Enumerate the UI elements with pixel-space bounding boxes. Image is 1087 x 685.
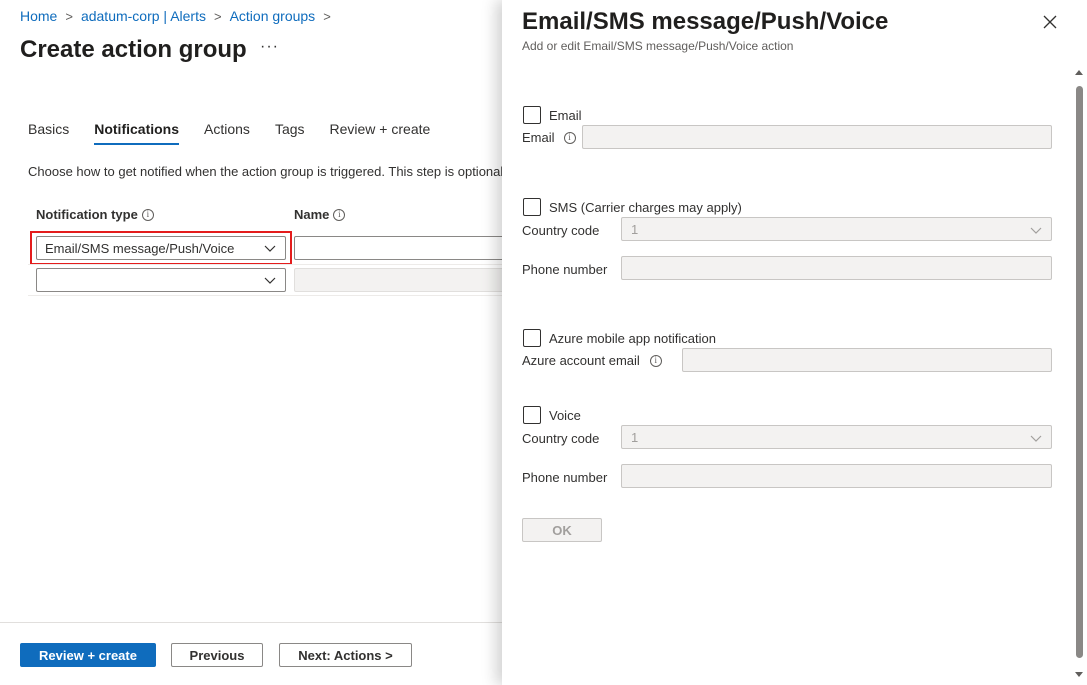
voice-phone-number-label: Phone number xyxy=(522,470,608,485)
chevron-down-icon xyxy=(264,245,276,252)
footer-divider xyxy=(0,622,502,623)
tab-tags[interactable]: Tags xyxy=(275,121,305,145)
column-header-label: Name xyxy=(294,207,330,222)
tab-actions[interactable]: Actions xyxy=(204,121,250,145)
info-icon[interactable]: i xyxy=(649,354,662,367)
azure-app-checkbox-label: Azure mobile app notification xyxy=(549,331,716,346)
breadcrumb: Home > adatum-corp | Alerts > Action gro… xyxy=(20,8,339,24)
info-icon[interactable]: i xyxy=(141,208,154,221)
chevron-down-icon xyxy=(1030,227,1042,234)
azure-account-email-label-group: Azure account email i xyxy=(522,353,662,368)
column-header-notification-type: Notification type i xyxy=(36,207,154,222)
row-divider xyxy=(28,295,502,296)
sms-country-code-label: Country code xyxy=(522,223,600,238)
tab-list: Basics Notifications Actions Tags Review… xyxy=(28,121,455,145)
page-title: Create action group xyxy=(20,36,247,63)
breadcrumb-action-groups[interactable]: Action groups xyxy=(230,8,316,24)
scroll-up-arrow-icon[interactable] xyxy=(1075,70,1083,75)
voice-country-code-value: 1 xyxy=(631,429,639,445)
voice-phone-number-field xyxy=(621,464,1052,488)
azure-account-email-label: Azure account email xyxy=(522,353,640,368)
voice-checkbox[interactable] xyxy=(523,406,541,424)
notifications-description: Choose how to get notified when the acti… xyxy=(28,164,502,179)
info-icon[interactable]: i xyxy=(563,131,576,144)
sms-checkbox[interactable] xyxy=(523,198,541,216)
column-header-name: Name i xyxy=(294,207,346,222)
notification-type-dropdown-empty[interactable] xyxy=(36,268,286,292)
azure-account-email-field xyxy=(682,348,1052,372)
notification-type-dropdown[interactable]: Email/SMS message/Push/Voice xyxy=(36,236,286,260)
previous-button[interactable]: Previous xyxy=(171,643,263,667)
email-checkbox-label: Email xyxy=(549,108,582,123)
row-divider xyxy=(28,264,502,265)
breadcrumb-separator: > xyxy=(323,8,331,24)
sms-phone-number-field xyxy=(621,256,1052,280)
chevron-down-icon xyxy=(1030,435,1042,442)
breadcrumb-alerts[interactable]: adatum-corp | Alerts xyxy=(81,8,206,24)
email-field-label: Email xyxy=(522,130,555,145)
email-checkbox[interactable] xyxy=(523,106,541,124)
voice-country-code-label: Country code xyxy=(522,431,600,446)
email-field xyxy=(582,125,1052,149)
sms-phone-number-label: Phone number xyxy=(522,262,608,277)
tab-review-create[interactable]: Review + create xyxy=(330,121,431,145)
panel-subtitle: Add or edit Email/SMS message/Push/Voice… xyxy=(522,39,794,53)
info-icon[interactable]: i xyxy=(333,208,346,221)
sms-country-code-dropdown: 1 xyxy=(621,217,1052,241)
scroll-down-arrow-icon[interactable] xyxy=(1075,672,1083,677)
close-icon[interactable] xyxy=(1042,14,1058,30)
notification-name-input-disabled xyxy=(294,268,502,292)
more-options-icon[interactable]: ··· xyxy=(260,38,279,56)
column-header-label: Notification type xyxy=(36,207,138,222)
email-sms-push-voice-panel: Email/SMS message/Push/Voice Add or edit… xyxy=(502,0,1087,685)
ok-button: OK xyxy=(522,518,602,542)
azure-app-checkbox[interactable] xyxy=(523,329,541,347)
breadcrumb-separator: > xyxy=(213,8,222,24)
dropdown-value: Email/SMS message/Push/Voice xyxy=(45,240,235,256)
sms-country-code-value: 1 xyxy=(631,221,639,237)
email-field-label-group: Email i xyxy=(522,130,576,145)
chevron-down-icon xyxy=(264,277,276,284)
voice-checkbox-label: Voice xyxy=(549,408,581,423)
panel-scrollbar[interactable] xyxy=(1072,68,1086,685)
scroll-thumb[interactable] xyxy=(1076,86,1083,658)
breadcrumb-separator: > xyxy=(65,8,73,24)
next-actions-button[interactable]: Next: Actions > xyxy=(279,643,412,667)
notification-name-input[interactable] xyxy=(294,236,502,260)
panel-title: Email/SMS message/Push/Voice xyxy=(522,8,889,35)
review-create-button[interactable]: Review + create xyxy=(20,643,156,667)
breadcrumb-home[interactable]: Home xyxy=(20,8,57,24)
voice-country-code-dropdown: 1 xyxy=(621,425,1052,449)
sms-checkbox-label: SMS (Carrier charges may apply) xyxy=(549,200,742,215)
tab-basics[interactable]: Basics xyxy=(28,121,69,145)
main-page: Home > adatum-corp | Alerts > Action gro… xyxy=(0,0,502,685)
tab-notifications[interactable]: Notifications xyxy=(94,121,179,145)
